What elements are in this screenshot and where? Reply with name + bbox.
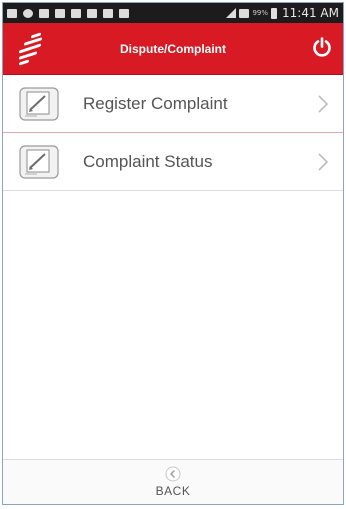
register-complaint-label: Register Complaint <box>83 93 228 113</box>
document-pen-icon <box>19 86 59 121</box>
power-button[interactable] <box>311 36 333 58</box>
mail-icon <box>7 8 17 18</box>
phone-screen: 99% 11:41 AM Dispute/Complaint Register … <box>2 2 344 505</box>
document-pen-icon <box>19 144 59 179</box>
gallery-icon <box>55 8 65 18</box>
back-label: BACK <box>155 484 191 498</box>
chevron-right-icon <box>318 95 329 113</box>
page-title: Dispute/Complaint <box>119 41 226 56</box>
message-icon <box>39 8 49 18</box>
battery-icon <box>271 7 278 19</box>
complaint-status-label: Complaint Status <box>83 151 213 171</box>
register-complaint-item[interactable]: Register Complaint <box>3 75 343 133</box>
whatsapp-icon <box>23 8 33 18</box>
battery-percent: 99% <box>252 9 269 17</box>
download-icon <box>71 8 81 18</box>
system-icons: 99% 11:41 AM <box>226 6 339 20</box>
menu-list: Register Complaint Complaint Status <box>3 75 343 191</box>
app-bar: Dispute/Complaint <box>3 23 343 75</box>
back-button[interactable]: BACK <box>3 459 343 504</box>
back-arrow-icon <box>165 466 181 482</box>
network-icon <box>239 8 250 18</box>
usb-icon <box>103 8 113 18</box>
signal-icon <box>226 8 237 18</box>
notification-icons <box>7 8 226 18</box>
status-bar: 99% 11:41 AM <box>3 3 343 23</box>
clock: 11:41 AM <box>282 6 339 20</box>
power-icon <box>313 37 331 57</box>
app-logo-icon <box>19 31 43 66</box>
screen-icon <box>87 8 97 18</box>
complaint-status-item[interactable]: Complaint Status <box>3 133 343 191</box>
sim-icon <box>119 8 129 18</box>
chevron-right-icon <box>318 153 329 171</box>
